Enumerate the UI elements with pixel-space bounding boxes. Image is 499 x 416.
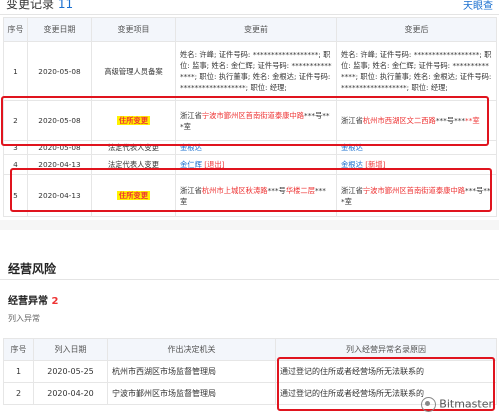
row-after: 姓名: 许峰; 证件号码: ******************; 职位: 监事… (336, 41, 497, 101)
annotation-box-row2 (1, 96, 489, 146)
row-no: 1 (3, 360, 34, 383)
col-header-no: 序号 (3, 17, 28, 42)
business-risk-title: 经营风险 (8, 262, 57, 276)
divider (0, 279, 499, 280)
change-record-header (0, 0, 499, 15)
watermark: Bitmaster (421, 397, 493, 412)
row-date: 2020-05-25 (33, 360, 108, 383)
table-row: 1 2020-05-08 高级管理人员备案 姓名: 许峰; 证件号码: ****… (3, 41, 497, 101)
change-record-title: 变更记录 11 (6, 0, 73, 12)
row-date: 2020-04-20 (33, 382, 108, 405)
watermark-icon (421, 397, 437, 412)
row-item: 高级管理人员备案 (91, 41, 176, 101)
col-header-org: 作出决定机关 (107, 338, 276, 361)
abnormal-count: 2 (51, 296, 59, 307)
section-divider (0, 220, 499, 230)
row-org: 宁波市鄞州区市场监督管理局 (107, 382, 276, 405)
row-no: 1 (3, 41, 28, 101)
col-header-date: 列入日期 (33, 338, 108, 361)
list-label: 列入异常 (8, 314, 40, 323)
table-header-row: 序号 变更日期 变更项目 变更前 变更后 (3, 17, 497, 42)
tianyancha-logo: 天眼查 (463, 1, 493, 12)
col-header-after: 变更后 (336, 17, 497, 42)
col-header-date: 变更日期 (27, 17, 92, 42)
annotation-box-row5 (10, 168, 492, 212)
row-before: 姓名: 许峰; 证件号码: ******************; 职位: 监事… (175, 41, 337, 101)
col-header-before: 变更前 (175, 17, 337, 42)
row-org: 杭州市西湖区市场监督管理局 (107, 360, 276, 383)
change-record-count: 11 (57, 0, 74, 11)
abnormal-operation-title: 经营异常 2 (8, 296, 59, 307)
col-header-item: 变更项目 (91, 17, 176, 42)
row-date: 2020-05-08 (27, 41, 92, 101)
col-header-no: 序号 (3, 338, 34, 361)
row-no: 2 (3, 382, 34, 405)
